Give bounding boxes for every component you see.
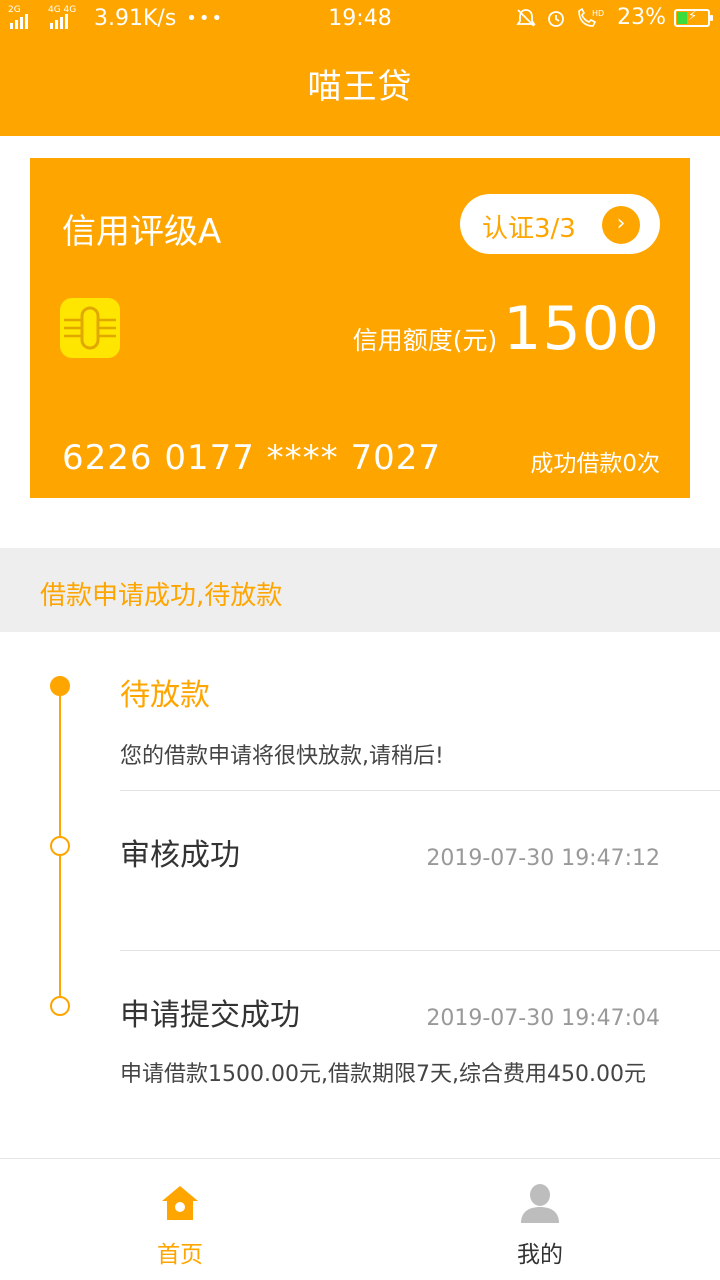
status-right: HD 23% ⚡	[515, 5, 713, 30]
home-icon	[162, 1186, 198, 1220]
nav-label-home: 首页	[157, 1242, 203, 1268]
timeline-step-time: 2019-07-30 19:47:12	[426, 846, 660, 871]
verify-button[interactable]: 认证3/3 ›	[460, 194, 660, 254]
timeline-step-title: 审核成功	[120, 838, 240, 873]
page-title: 喵王贷	[307, 67, 413, 107]
battery-icon: ⚡	[674, 8, 713, 27]
timeline-step-title: 待放款	[120, 678, 210, 713]
nav-item-home[interactable]: 首页	[0, 1159, 360, 1280]
alarm-icon	[548, 10, 564, 27]
timeline-step-time: 2019-07-30 19:47:04	[426, 1006, 660, 1031]
status-notice-text: 借款申请成功,待放款	[40, 581, 283, 611]
verify-label: 认证3/3	[482, 214, 576, 244]
divider	[120, 950, 720, 951]
timeline-dot	[50, 996, 70, 1016]
chevron-right-icon: ›	[602, 206, 640, 244]
credit-rating: 信用评级A	[62, 212, 222, 252]
status-notice: 借款申请成功,待放款	[0, 548, 720, 632]
app-header: 喵王贷	[0, 38, 720, 136]
nav-label-mine: 我的	[517, 1242, 563, 1268]
chip-icon	[60, 298, 120, 358]
card-number: 6226 0177 **** 7027	[62, 438, 442, 478]
hd-call-icon: HD	[578, 7, 604, 27]
svg-text:HD: HD	[592, 9, 604, 18]
divider	[120, 790, 720, 791]
credit-limit-amount: 1500	[503, 294, 660, 364]
battery-percent: 23%	[617, 5, 666, 30]
credit-limit-label: 信用额度(元)	[352, 326, 498, 355]
user-icon	[521, 1184, 559, 1223]
timeline-step-title: 申请提交成功	[120, 998, 300, 1033]
loan-timeline: 待放款 您的借款申请将很快放款,请稍后! 审核成功 2019-07-30 19:…	[0, 632, 720, 1158]
status-bar: 2G 4G 4G 3.91K/s ••• 19:48 HD 23% ⚡	[0, 0, 720, 38]
timeline-dot-active	[50, 676, 70, 696]
credit-limit: 信用额度(元) 1500	[353, 296, 660, 362]
timeline-step-desc: 您的借款申请将很快放款,请稍后!	[120, 744, 444, 769]
loan-count: 成功借款0次	[530, 451, 660, 477]
mute-icon	[516, 8, 536, 27]
bottom-nav: 首页 我的	[0, 1158, 720, 1280]
timeline-step-desc: 申请借款1500.00元,借款期限7天,综合费用450.00元	[120, 1062, 646, 1087]
nav-item-mine[interactable]: 我的	[360, 1159, 720, 1280]
timeline-dot	[50, 836, 70, 856]
credit-card: 信用评级A 认证3/3 › 信用额度(元) 1500 6226 0177 ***…	[30, 158, 690, 498]
